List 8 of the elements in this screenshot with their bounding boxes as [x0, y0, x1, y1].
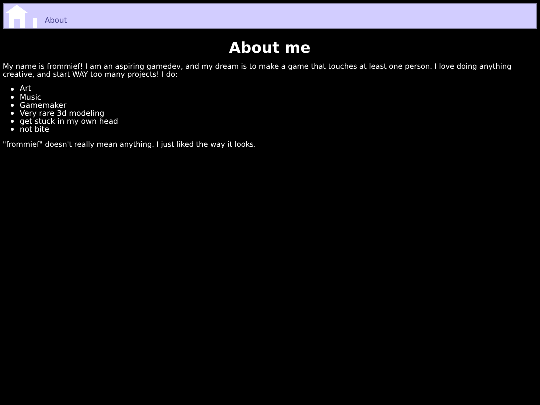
home-icon[interactable] — [5, 4, 39, 28]
bullet-icon — [11, 88, 14, 91]
bullet-icon — [11, 104, 14, 108]
bullet-icon — [11, 128, 14, 132]
page-title: About me — [228, 39, 312, 57]
bullet-icon — [11, 120, 14, 124]
bullet-icon — [11, 96, 14, 100]
bullet-icon — [11, 112, 14, 116]
